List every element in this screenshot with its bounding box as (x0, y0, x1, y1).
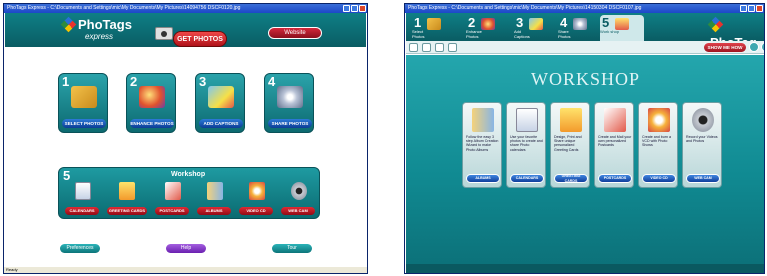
window-titlebar[interactable]: PhoTags Express - C:\Documents and Setti… (4, 4, 367, 13)
window-title: PhoTags Express - C:\Documents and Setti… (408, 5, 642, 11)
maximize-button[interactable] (351, 5, 358, 12)
website-button[interactable]: Website (268, 27, 322, 39)
webcam-icon (291, 182, 307, 200)
show-me-how-button[interactable]: SHOW ME HOW (704, 43, 746, 52)
step-workshop[interactable]: 5 Work shop (600, 15, 644, 41)
rotate-icon[interactable] (435, 43, 444, 52)
photags-workshop-window: PhoTags Express - C:\Documents and Setti… (404, 3, 765, 274)
albums-button[interactable]: ALBUMS (466, 174, 500, 183)
workshop-heading: WORKSHOP (530, 69, 640, 89)
window-title: PhoTags Express - C:\Documents and Setti… (7, 5, 241, 11)
get-photos-button[interactable]: GET PHOTOS (173, 31, 227, 47)
postcards-button[interactable]: POSTCARDS (598, 174, 632, 183)
workshop-title: Workshop (171, 171, 206, 178)
photags-diamond-icon (60, 16, 77, 33)
web-cam-button[interactable]: WEB CAM (686, 174, 720, 183)
workshop-item-albums[interactable]: ALBUMS (197, 180, 231, 218)
close-button[interactable] (359, 5, 366, 12)
calendars-button[interactable]: CALENDARS (510, 174, 544, 183)
photags-main-window: PhoTags Express - C:\Documents and Setti… (3, 3, 368, 274)
step-add-captions[interactable]: 3 Add Captions (514, 15, 558, 41)
add-captions-tile[interactable]: 3 ADD CAPTIONS (195, 73, 245, 133)
album-icon (472, 108, 494, 132)
step-share-photos[interactable]: 4 Share Photos (558, 15, 602, 41)
caption-letter-icon (208, 86, 234, 108)
workshop-card-albums[interactable]: Follow the easy 3 step Album Creation Wi… (462, 102, 502, 188)
help-button[interactable]: Help (166, 244, 206, 253)
tour-button[interactable]: Tour (272, 244, 312, 253)
workshop-item-video-cd[interactable]: VIDEO CD (239, 180, 273, 218)
add-captions-button[interactable]: ADD CAPTIONS (199, 119, 243, 128)
photags-diamond-icon (707, 16, 724, 33)
help-circle-icon[interactable] (749, 42, 759, 52)
step-select-photos[interactable]: 1 Select Photos (412, 15, 456, 41)
workshop-item-greeting-cards[interactable]: GREETING CARDS (107, 180, 147, 218)
share-photos-tile[interactable]: 4 SHARE PHOTOS (264, 73, 314, 133)
workshop-card-calendars[interactable]: Use your favorite photos to create and s… (506, 102, 546, 188)
maximize-button[interactable] (748, 5, 755, 12)
greeting-card-icon (560, 108, 582, 132)
enhance-photos-tile[interactable]: 2 ENHANCE PHOTOS (126, 73, 176, 133)
workshop-card-greeting-cards[interactable]: Design, Print and Share unique personali… (550, 102, 590, 188)
greeting-card-icon (119, 182, 135, 200)
select-photos-button[interactable]: SELECT PHOTOS (62, 119, 106, 128)
photags-logo: PhoTags express (60, 16, 132, 41)
album-icon (207, 182, 223, 200)
workshop-card-web-cam[interactable]: Record your Videos and Photos WEB CAM (682, 102, 722, 188)
camera-icon (155, 27, 173, 40)
postcard-icon (165, 182, 181, 200)
window-controls (740, 5, 763, 12)
enhance-photos-button[interactable]: ENHANCE PHOTOS (130, 119, 174, 128)
workshop-card-postcards[interactable]: Create and Mail your own personalized Po… (594, 102, 634, 188)
minimize-button[interactable] (740, 5, 747, 12)
page-icon[interactable] (422, 43, 431, 52)
image-icon[interactable] (448, 43, 457, 52)
folder-photos-icon (427, 18, 441, 30)
app-header: PhoTags express GET PHOTOS Website (5, 13, 366, 47)
preferences-button[interactable]: Preferences (60, 244, 100, 253)
folder-photos-icon (71, 86, 97, 108)
workshop-item-web-cam[interactable]: WEB CAM (281, 180, 315, 218)
workshop-item-calendars[interactable]: CALENDARS (65, 180, 99, 218)
status-bar: Ready (4, 267, 367, 273)
workshop-card-video-cd[interactable]: Create and burn a VCD with Photo Shows V… (638, 102, 678, 188)
workshop-main-area: WORKSHOP Follow the easy 3 step Album Cr… (406, 55, 764, 273)
step-navigation-bar: 1 Select Photos 2 Enhance Photos 3 Add C… (406, 13, 764, 59)
video-cd-icon (648, 108, 670, 132)
video-cd-button[interactable]: VIDEO CD (642, 174, 676, 183)
footer-bar (406, 264, 764, 273)
calendar-icon (516, 108, 538, 132)
palette-brush-icon (139, 86, 165, 108)
close-button[interactable] (756, 5, 763, 12)
video-cd-icon (249, 182, 265, 200)
cd-share-icon (277, 86, 303, 108)
palette-brush-icon (481, 18, 495, 30)
postcard-icon (604, 108, 626, 132)
toolbar: SHOW ME HOW (406, 41, 764, 54)
step-enhance-photos[interactable]: 2 Enhance Photos (466, 15, 510, 41)
cd-share-icon (573, 18, 587, 30)
select-photos-tile[interactable]: 1 SELECT PHOTOS (58, 73, 108, 133)
workshop-item-postcards[interactable]: POSTCARDS (155, 180, 189, 218)
window-controls (343, 5, 366, 12)
webcam-icon (692, 108, 714, 132)
pictures-icon[interactable] (409, 43, 418, 52)
info-circle-icon[interactable] (761, 42, 764, 52)
greeting-cards-button[interactable]: GREETING CARDS (554, 174, 588, 183)
caption-letter-icon (529, 18, 543, 30)
minimize-button[interactable] (343, 5, 350, 12)
workshop-panel: 5 Workshop CALENDARS GREETING CARDS POST… (58, 167, 320, 219)
share-photos-button[interactable]: SHARE PHOTOS (268, 119, 312, 128)
calendar-icon (75, 182, 91, 200)
window-titlebar[interactable]: PhoTags Express - C:\Documents and Setti… (405, 4, 764, 13)
